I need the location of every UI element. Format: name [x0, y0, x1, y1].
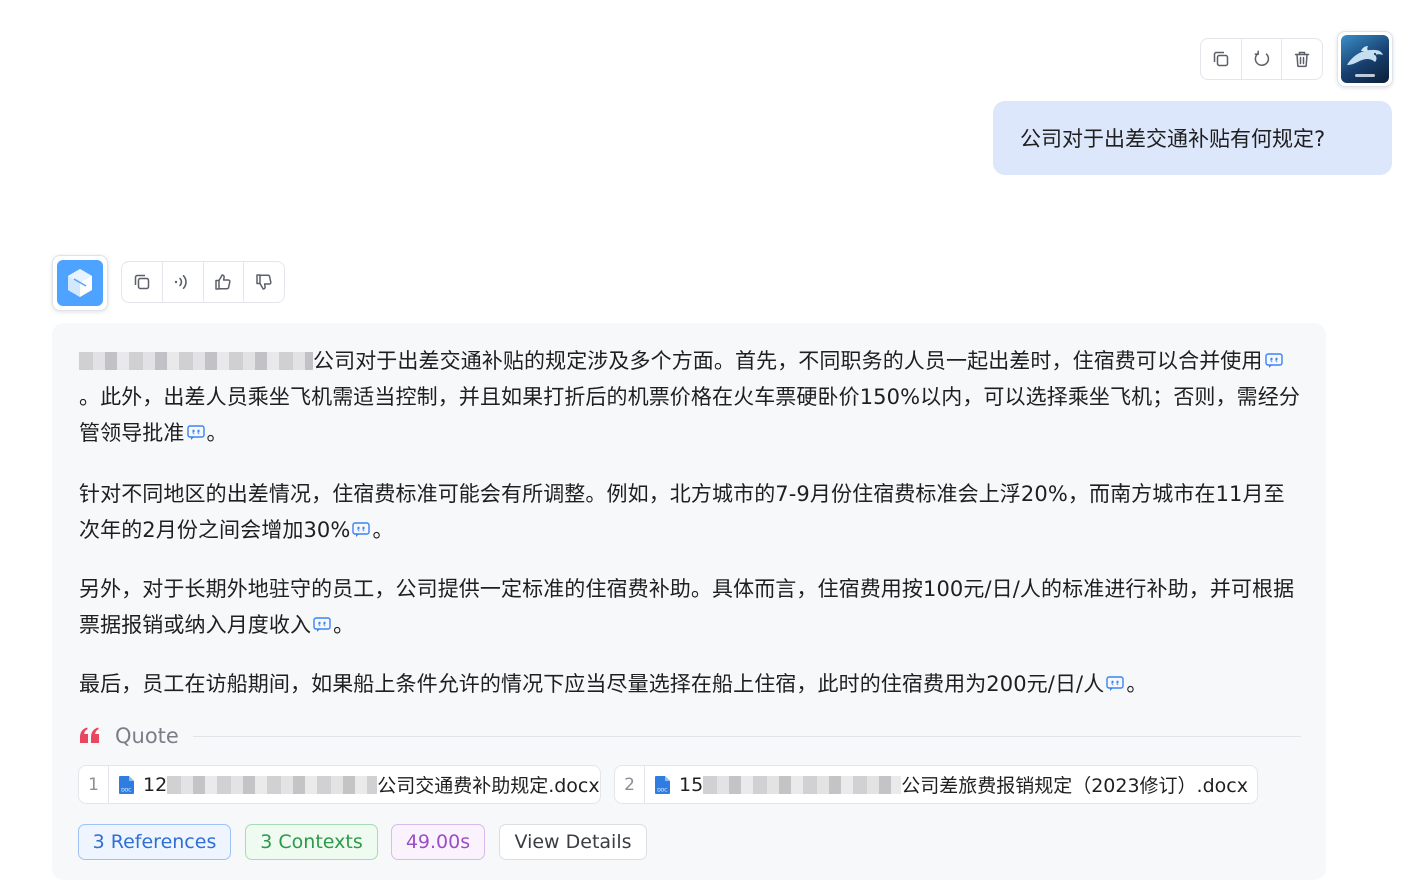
copy-icon: [1213, 51, 1229, 67]
thumbs-down-button[interactable]: [244, 262, 284, 302]
references-tag[interactable]: 3 References: [78, 824, 231, 860]
dolphin-logo-icon: [1347, 46, 1383, 77]
svg-text:DOC: DOC: [121, 787, 131, 793]
docx-file-icon: DOC: [119, 775, 134, 794]
citation-icon[interactable]: [313, 617, 331, 633]
redacted-text: [79, 352, 313, 370]
quote-header: Quote: [79, 721, 1301, 751]
citation-icon[interactable]: [1264, 353, 1283, 369]
cube-logo-icon: [68, 269, 92, 297]
reference-number: 2: [615, 766, 645, 803]
assistant-avatar: [52, 255, 108, 311]
user-message-text: 公司对于出差交通补贴有何规定?: [1020, 127, 1326, 151]
user-message-actions: [1200, 38, 1323, 80]
reference-chip-2[interactable]: 2 DOC 15 公司差旅费报销规定（2023修订）.docx: [614, 765, 1258, 804]
assistant-answer-card: 公司对于出差交通补贴的规定涉及多个方面。首先，不同职务的人员一起出差时，住宿费可…: [52, 323, 1326, 880]
user-message-bubble: 公司对于出差交通补贴有何规定?: [993, 101, 1392, 175]
quote-divider: [192, 735, 1301, 737]
reference-filename: 公司差旅费报销规定（2023修订）.docx: [901, 775, 1248, 797]
thumbs-up-button[interactable]: [204, 262, 245, 302]
view-details-button[interactable]: View Details: [499, 824, 647, 860]
reference-number: 1: [79, 766, 109, 803]
redacted-text: [167, 775, 378, 794]
docx-file-icon: DOC: [655, 775, 670, 794]
quote-mark-icon: [80, 727, 99, 743]
assistant-message-actions: [121, 261, 285, 303]
copy-button[interactable]: [1201, 39, 1242, 79]
redacted-text: [703, 775, 902, 794]
citation-icon[interactable]: [186, 425, 205, 441]
reference-filename: 公司交通费补助规定.docx: [377, 775, 600, 797]
copy-answer-button[interactable]: [122, 262, 163, 302]
reference-chip-1[interactable]: 1 DOC 12 公司交通费补助规定.docx: [78, 765, 601, 804]
answer-paragraph-4: 最后，员工在访船期间，如果船上条件允许的情况下应当尽量选择在船上住宿，此时的住宿…: [79, 672, 1148, 696]
thumbs-down-icon: [256, 274, 272, 290]
answer-paragraph-2: 针对不同地区的出差情况，住宿费标准可能会有所调整。例如，北方城市的7-9月份住宿…: [79, 482, 1285, 542]
delete-icon: [1294, 51, 1310, 68]
elapsed-time-tag: 49.00s: [391, 824, 485, 860]
quote-label: Quote: [115, 724, 179, 748]
copy-icon: [134, 274, 150, 290]
svg-text:DOC: DOC: [657, 787, 667, 793]
thumbs-up-icon: [215, 274, 231, 290]
regenerate-button[interactable]: [1242, 39, 1283, 79]
reference-filename-prefix: 12: [143, 773, 168, 796]
citation-icon[interactable]: [1106, 676, 1125, 692]
user-avatar: [1337, 31, 1393, 87]
read-aloud-button[interactable]: [163, 262, 204, 302]
regenerate-icon: [1254, 50, 1269, 67]
delete-button[interactable]: [1282, 39, 1322, 79]
answer-paragraph-3: 另外，对于长期外地驻守的员工，公司提供一定标准的住宿费补助。具体而言，住宿费用按…: [79, 577, 1295, 637]
contexts-tag[interactable]: 3 Contexts: [245, 824, 378, 860]
citation-icon[interactable]: [352, 522, 371, 538]
reference-filename-prefix: 15: [679, 773, 704, 796]
answer-paragraph-1: 公司对于出差交通补贴的规定涉及多个方面。首先，不同职务的人员一起出差时，住宿费可…: [79, 349, 1300, 445]
speaker-icon: [174, 275, 187, 289]
